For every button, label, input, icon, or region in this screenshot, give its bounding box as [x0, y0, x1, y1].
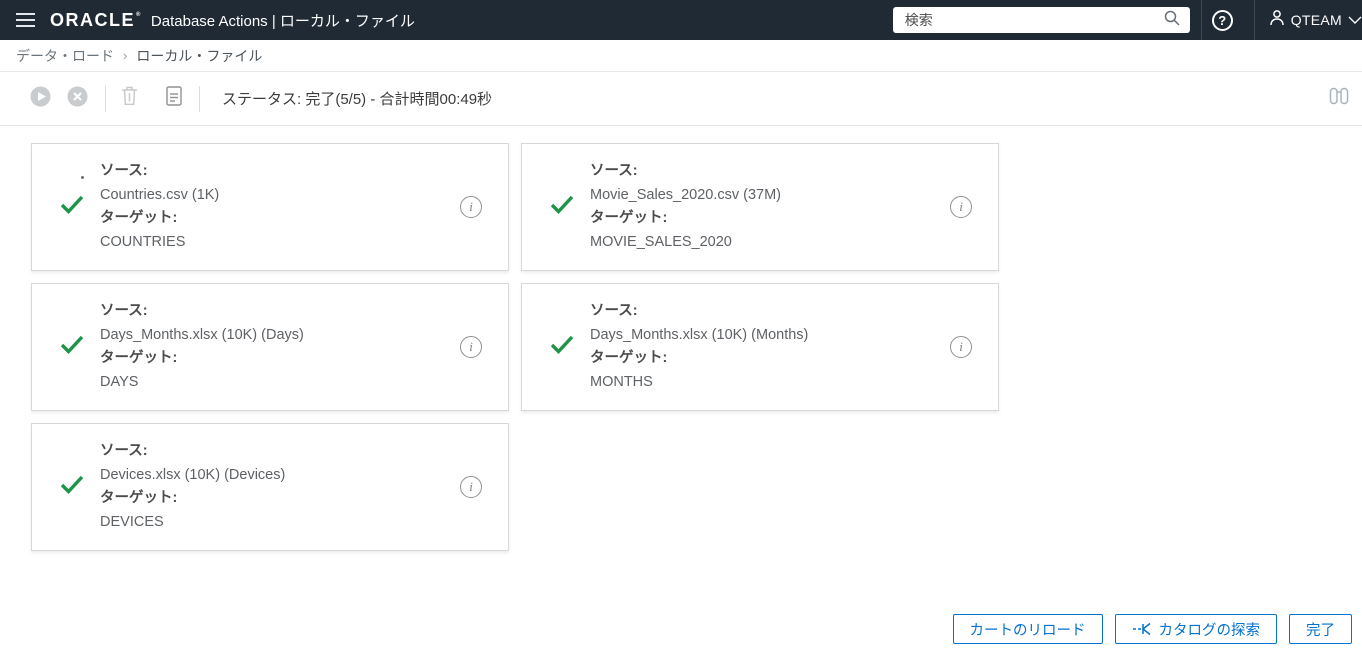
card-text: ソース: Movie_Sales_2020.csv (37M) ターゲット: M…	[590, 160, 781, 254]
toolbar-divider	[105, 85, 106, 112]
load-card-devices[interactable]: ソース: Devices.xlsx (10K) (Devices) ターゲット:…	[31, 423, 509, 551]
search-input[interactable]	[904, 12, 1163, 28]
card-text: ソース: Days_Months.xlsx (10K) (Months) ターゲ…	[590, 300, 808, 394]
load-card-countries[interactable]: ソース: Countries.csv (1K) ターゲット: COUNTRIES…	[31, 143, 509, 271]
source-label: ソース:	[100, 303, 148, 319]
load-card-days[interactable]: ソース: Days_Months.xlsx (10K) (Days) ターゲット…	[31, 283, 509, 411]
card-text: ソース: Countries.csv (1K) ターゲット: COUNTRIES	[100, 160, 219, 254]
play-circle-icon	[30, 86, 51, 112]
user-icon	[1269, 9, 1285, 31]
search-box[interactable]	[892, 7, 1190, 33]
source-value: Days_Months.xlsx (10K) (Days)	[100, 326, 304, 343]
reload-cart-button[interactable]: カートのリロード	[952, 614, 1103, 644]
registered-mark: ®	[136, 11, 142, 18]
card-text: ソース: Days_Months.xlsx (10K) (Days) ターゲット…	[100, 300, 304, 394]
info-icon[interactable]: i	[460, 336, 482, 358]
target-label: ターゲット:	[100, 350, 178, 366]
source-value: Days_Months.xlsx (10K) (Months)	[590, 326, 809, 343]
run-button[interactable]	[30, 86, 51, 112]
report-button[interactable]	[166, 86, 182, 111]
help-button[interactable]: ?	[1202, 9, 1243, 31]
target-value: DEVICES	[100, 513, 164, 530]
target-label: ターゲット:	[100, 210, 178, 226]
find-button[interactable]	[1329, 87, 1349, 110]
target-value: MONTHS	[590, 373, 653, 390]
user-menu[interactable]: QTEAM	[1255, 9, 1362, 31]
help-icon: ?	[1211, 9, 1233, 31]
dataload-toolbar: ステータス: 完了(5/5) - 合計時間00:49秒	[0, 72, 1362, 126]
info-icon[interactable]: i	[460, 196, 482, 218]
card-text: ソース: Devices.xlsx (10K) (Devices) ターゲット:…	[100, 440, 285, 534]
user-name: QTEAM	[1290, 12, 1342, 28]
target-value: DAYS	[100, 373, 139, 390]
load-card-movie-sales[interactable]: ソース: Movie_Sales_2020.csv (37M) ターゲット: M…	[521, 143, 999, 271]
target-label: ターゲット:	[590, 210, 668, 226]
search-icon[interactable]	[1163, 9, 1181, 32]
info-icon[interactable]: i	[950, 336, 972, 358]
load-results-grid: ソース: Countries.csv (1K) ターゲット: COUNTRIES…	[31, 143, 1362, 551]
delete-button[interactable]	[121, 86, 138, 111]
toolbar-divider	[199, 85, 200, 112]
info-icon[interactable]: i	[950, 196, 972, 218]
footer-actions: カートのリロード カタログの探索 完了	[952, 614, 1352, 644]
explore-catalog-button[interactable]: カタログの探索	[1114, 614, 1277, 644]
source-label: ソース:	[590, 163, 638, 179]
status-text: ステータス: 完了(5/5) - 合計時間00:49秒	[222, 91, 493, 108]
breadcrumb-data-load[interactable]: データ・ロード	[16, 46, 114, 66]
chevron-down-icon	[1348, 11, 1362, 29]
breadcrumb: データ・ロード › ローカル・ファイル	[0, 40, 1362, 72]
hamburger-menu-icon[interactable]	[16, 13, 35, 27]
target-label: ターゲット:	[590, 350, 668, 366]
binoculars-icon	[1329, 87, 1349, 110]
explore-catalog-label: カタログの探索	[1158, 622, 1261, 639]
cancel-button[interactable]	[67, 86, 88, 112]
success-check-icon	[550, 335, 574, 359]
document-icon	[166, 86, 182, 111]
reload-cart-label: カートのリロード	[969, 622, 1086, 639]
x-circle-icon	[67, 86, 88, 112]
success-check-icon	[60, 335, 84, 359]
success-check-icon	[550, 195, 574, 219]
source-value: Countries.csv (1K)	[100, 186, 220, 203]
breadcrumb-separator: ›	[123, 48, 128, 63]
source-value: Movie_Sales_2020.csv (37M)	[590, 186, 782, 203]
oracle-logo: ORACLE ®	[50, 9, 142, 30]
breadcrumb-local-file: ローカル・ファイル	[136, 47, 263, 64]
app-header: ORACLE® Database Actions | ローカル・ファイル ? Q…	[0, 0, 1362, 40]
info-icon[interactable]: i	[460, 476, 482, 498]
stray-dot	[81, 176, 84, 179]
load-card-months[interactable]: ソース: Days_Months.xlsx (10K) (Months) ターゲ…	[521, 283, 999, 411]
source-label: ソース:	[100, 163, 148, 179]
source-label: ソース:	[590, 303, 638, 319]
done-button[interactable]: 完了	[1289, 614, 1352, 644]
success-check-icon	[60, 195, 84, 219]
trash-icon	[121, 86, 138, 111]
target-label: ターゲット:	[100, 490, 178, 506]
success-check-icon	[60, 475, 84, 499]
catalog-branch-icon	[1132, 622, 1152, 636]
done-label: 完了	[1306, 622, 1335, 639]
app-title: Database Actions | ローカル・ファイル	[150, 12, 415, 30]
target-value: MOVIE_SALES_2020	[590, 233, 732, 250]
source-label: ソース:	[100, 443, 148, 459]
target-value: COUNTRIES	[100, 233, 186, 250]
source-value: Devices.xlsx (10K) (Devices)	[100, 466, 286, 483]
